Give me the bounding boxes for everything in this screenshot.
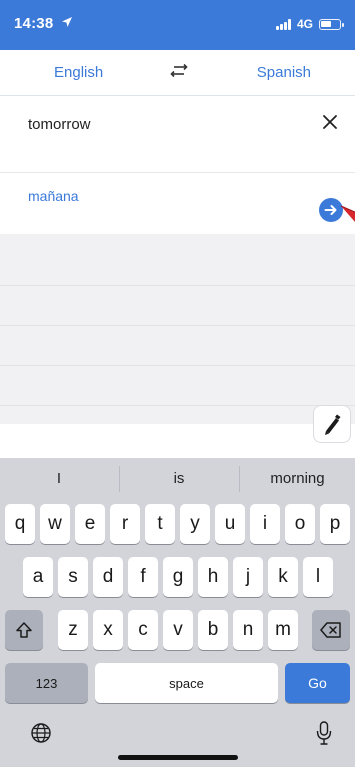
shift-key[interactable] — [5, 610, 43, 650]
signal-icon — [275, 18, 291, 30]
network-label: 4G — [296, 17, 313, 31]
key-c[interactable]: c — [128, 610, 158, 650]
microphone-icon[interactable] — [315, 720, 333, 746]
history-list — [0, 234, 355, 424]
key-j[interactable]: j — [233, 557, 263, 597]
key-k[interactable]: k — [268, 557, 298, 597]
status-time: 14:38 — [14, 15, 54, 32]
key-l[interactable]: l — [303, 557, 333, 597]
shift-icon — [16, 622, 32, 638]
key-d[interactable]: d — [93, 557, 123, 597]
source-text-field[interactable]: tomorrow — [0, 97, 355, 173]
suggestion-item[interactable]: I — [0, 470, 118, 487]
pen-icon — [325, 414, 341, 435]
language-bar: English Spanish — [0, 50, 355, 96]
key-v[interactable]: v — [163, 610, 193, 650]
key-p[interactable]: p — [320, 504, 350, 544]
pointer-annotation — [340, 205, 355, 222]
close-icon[interactable] — [319, 111, 341, 133]
translation-panel: mañana — [0, 174, 355, 234]
backspace-key[interactable] — [312, 610, 350, 650]
handwriting-button[interactable] — [314, 406, 350, 442]
home-indicator[interactable] — [118, 755, 238, 760]
status-bar: 14:38 4G — [0, 0, 355, 50]
globe-icon[interactable] — [30, 722, 52, 744]
keyboard: I is morning q w e r t y u i o p a s d f… — [0, 458, 355, 767]
translation-text: mañana — [28, 188, 79, 204]
location-arrow-icon — [62, 17, 72, 27]
suggestion-bar: I is morning — [0, 458, 355, 500]
key-t[interactable]: t — [145, 504, 175, 544]
key-a[interactable]: a — [23, 557, 53, 597]
numbers-key[interactable]: 123 — [5, 663, 88, 703]
source-text: tomorrow — [28, 116, 91, 133]
go-key[interactable]: Go — [285, 663, 350, 703]
key-i[interactable]: i — [250, 504, 280, 544]
key-n[interactable]: n — [233, 610, 263, 650]
backspace-icon — [320, 622, 341, 638]
key-y[interactable]: y — [180, 504, 210, 544]
key-b[interactable]: b — [198, 610, 228, 650]
key-x[interactable]: x — [93, 610, 123, 650]
key-f[interactable]: f — [128, 557, 158, 597]
key-h[interactable]: h — [198, 557, 228, 597]
swap-icon[interactable] — [168, 62, 190, 80]
key-e[interactable]: e — [75, 504, 105, 544]
key-u[interactable]: u — [215, 504, 245, 544]
status-indicators: 4G — [275, 15, 344, 33]
target-language-button[interactable]: Spanish — [257, 64, 311, 81]
key-o[interactable]: o — [285, 504, 315, 544]
battery-icon — [319, 18, 344, 30]
app-screen: 14:38 4G English Spanish tomorrow m añana… — [0, 0, 355, 767]
space-key[interactable]: space — [95, 663, 278, 703]
key-s[interactable]: s — [58, 557, 88, 597]
key-g[interactable]: g — [163, 557, 193, 597]
source-language-button[interactable]: English — [54, 64, 103, 81]
key-m[interactable]: m — [268, 610, 298, 650]
key-r[interactable]: r — [110, 504, 140, 544]
key-q[interactable]: q — [5, 504, 35, 544]
suggestion-item[interactable]: morning — [240, 470, 355, 487]
key-z[interactable]: z — [58, 610, 88, 650]
key-w[interactable]: w — [40, 504, 70, 544]
suggestion-item[interactable]: is — [120, 470, 238, 487]
